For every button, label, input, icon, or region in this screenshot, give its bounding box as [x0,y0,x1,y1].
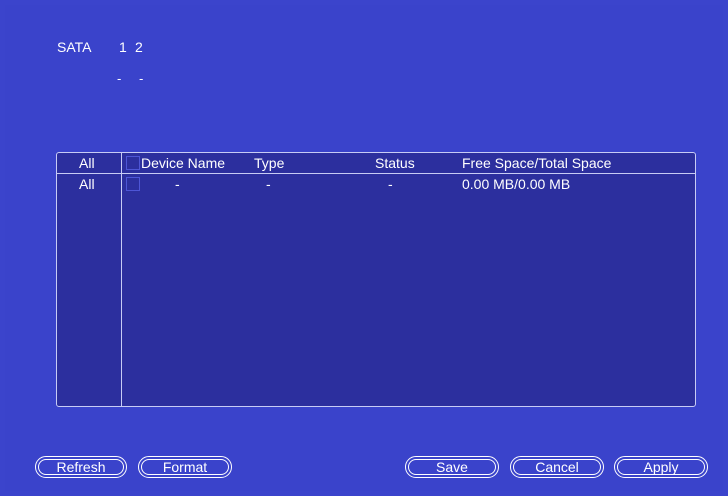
row-all[interactable]: All [79,176,95,192]
header-type: Type [254,155,285,171]
device-table: All Device Name Type Status Free Space/T… [56,152,696,407]
sata-port-2-status: - [139,71,144,86]
hdd-manage-panel: SATA 1 2 - - All Device Name Type Status… [5,5,723,491]
cancel-button-label: Cancel [535,459,579,475]
cancel-button[interactable]: Cancel [510,456,604,478]
row-device-name: - [175,176,180,192]
header-all[interactable]: All [79,155,95,171]
select-all-checkbox[interactable] [126,156,140,170]
sata-label: SATA [57,39,92,55]
format-button-label: Format [162,459,208,475]
header-status: Status [375,155,415,171]
table-row[interactable]: All - - - 0.00 MB/0.00 MB [57,174,695,194]
apply-button-label: Apply [643,459,679,475]
row-type: - [266,176,271,192]
row-checkbox[interactable] [126,177,140,191]
header-device-name: Device Name [141,155,226,171]
format-button[interactable]: Format [138,456,232,478]
table-header-row: All Device Name Type Status Free Space/T… [57,153,695,173]
apply-button[interactable]: Apply [614,456,708,478]
sata-port-1-status: - [117,71,122,86]
save-button[interactable]: Save [405,456,499,478]
row-status: - [388,176,393,192]
refresh-button-label: Refresh [56,459,106,475]
header-space: Free Space/Total Space [462,155,612,171]
refresh-button[interactable]: Refresh [35,456,127,478]
save-button-label: Save [436,459,468,475]
row-space: 0.00 MB/0.00 MB [462,176,571,192]
sata-port-2: 2 [135,39,143,55]
sata-port-1: 1 [119,39,127,55]
